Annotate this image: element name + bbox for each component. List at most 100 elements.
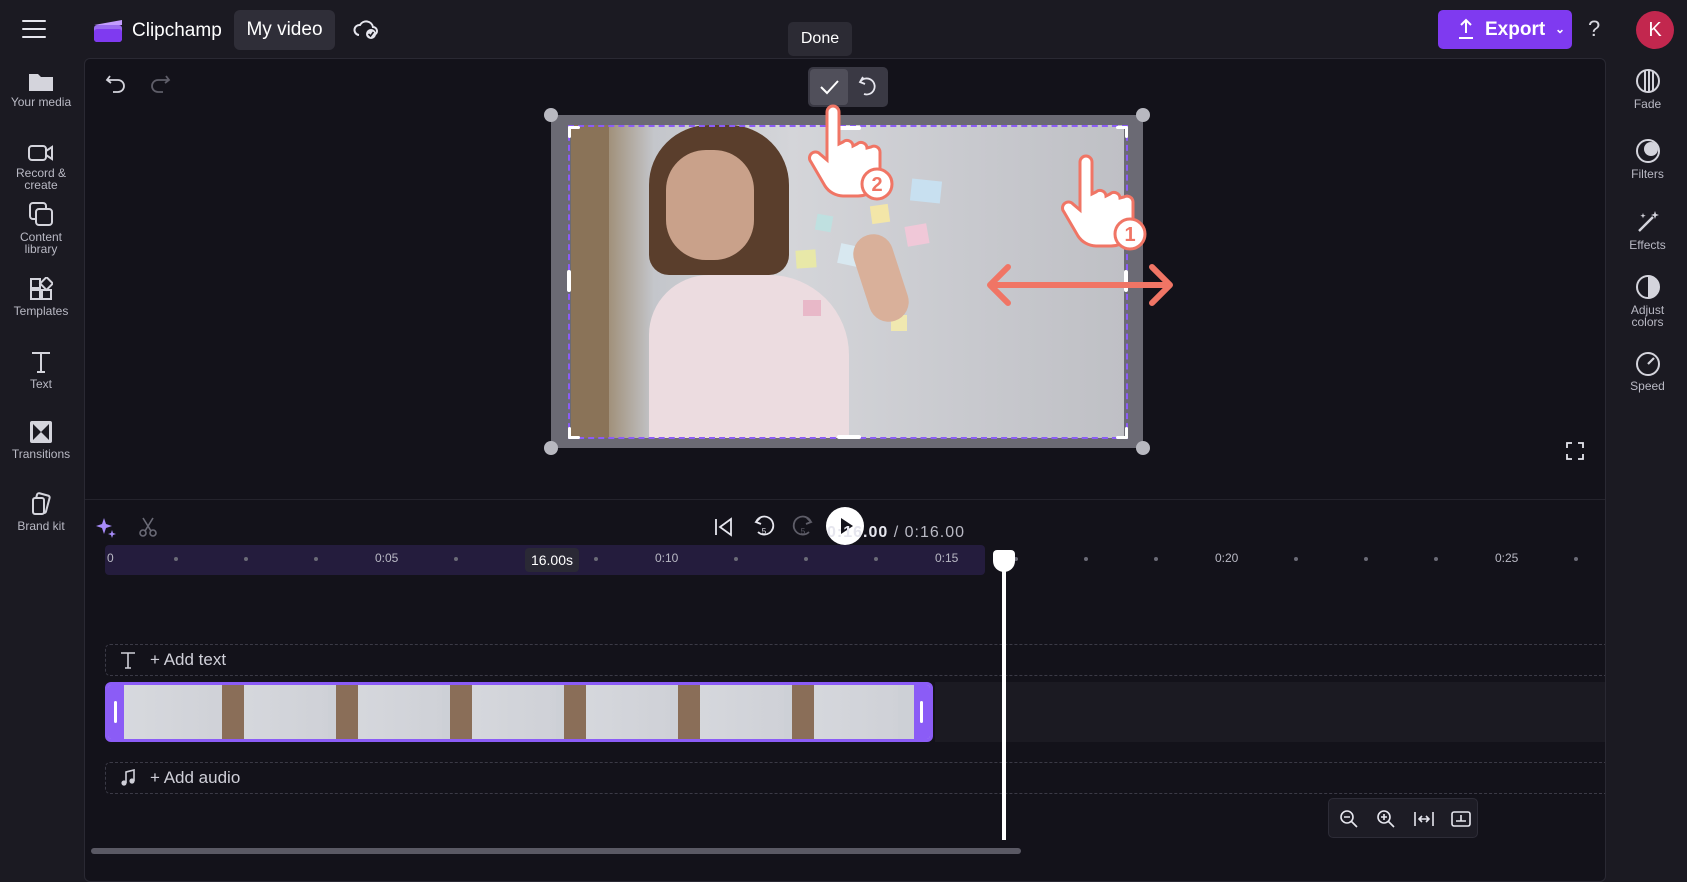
ruler-dot — [594, 557, 598, 561]
ruler-dot — [874, 557, 878, 561]
text-track[interactable]: + Add text — [105, 644, 1605, 676]
ai-sparkle-icon[interactable] — [95, 516, 117, 538]
video-clip[interactable] — [105, 682, 933, 742]
sidebar-item-record-create[interactable]: Record & create — [0, 143, 82, 191]
total-time: 0:16.00 — [904, 524, 965, 541]
text-icon — [32, 352, 50, 373]
crop-handle[interactable] — [1125, 126, 1128, 138]
fade-icon — [1635, 69, 1660, 93]
ruler-dot — [1434, 557, 1438, 561]
clipchamp-logo-icon — [94, 20, 122, 42]
crop-handle[interactable] — [1125, 427, 1128, 439]
clip-thumbnail — [450, 685, 556, 739]
ruler-tick: 0:25 — [1495, 551, 1519, 565]
panel-effects[interactable]: Effects — [1608, 209, 1687, 251]
menu-icon[interactable] — [22, 20, 46, 38]
audio-track[interactable]: + Add audio — [105, 762, 1605, 794]
left-sidebar: Your media Record & create Content libra… — [0, 60, 82, 882]
panel-adjust-colors[interactable]: Adjust colors — [1608, 274, 1687, 328]
video-track-empty — [935, 682, 1605, 742]
clip-thumbnail — [124, 685, 230, 739]
sidebar-item-text[interactable]: Text — [0, 350, 82, 390]
crop-handle[interactable] — [568, 427, 571, 439]
clip-thumbnail — [564, 685, 670, 739]
rewind-5-icon[interactable]: 5 — [751, 514, 777, 540]
video-name-field[interactable]: My video — [234, 10, 335, 50]
crop-handle[interactable] — [837, 435, 861, 439]
current-time: 0:16.00 — [827, 524, 889, 541]
panel-fade[interactable]: Fade — [1608, 68, 1687, 110]
svg-text:5: 5 — [762, 527, 767, 536]
done-button[interactable] — [810, 69, 848, 105]
clip-thumbnail — [222, 685, 328, 739]
export-button[interactable]: Export ⌄ — [1438, 10, 1572, 49]
clip-thumbnail — [678, 685, 784, 739]
hand-cursor-icon: 2 — [808, 104, 894, 201]
sidebar-item-brand-kit[interactable]: Brand kit — [0, 492, 82, 532]
hand-cursor-icon: 1 — [1061, 154, 1147, 251]
step-number: 2 — [871, 174, 882, 196]
forward-5-icon[interactable]: 5 — [790, 514, 816, 540]
zoom-in-icon[interactable] — [1376, 809, 1396, 829]
playhead[interactable] — [1002, 558, 1006, 840]
export-label: Export — [1485, 19, 1546, 40]
folder-icon — [29, 74, 53, 91]
speedometer-icon — [1635, 352, 1660, 376]
ruler-dot — [1574, 557, 1578, 561]
crop-toolbar — [808, 67, 888, 107]
sidebar-item-templates[interactable]: Templates — [0, 277, 82, 317]
resize-handle[interactable] — [544, 108, 558, 122]
crop-handle[interactable] — [567, 270, 571, 292]
editor-area: 1 2 5 5 0:16.00 / 0:16.00 0 0:05 0:10 0:… — [84, 58, 1606, 882]
ruler-tick: 0:10 — [655, 551, 679, 565]
camera-icon — [28, 145, 53, 161]
sidebar-item-your-media[interactable]: Your media — [0, 70, 82, 108]
clip-trim-handle-left[interactable] — [108, 685, 124, 739]
panel-speed[interactable]: Speed — [1608, 350, 1687, 392]
library-icon — [29, 202, 53, 226]
step-number: 1 — [1124, 224, 1135, 246]
timeline-view-icon[interactable] — [1450, 809, 1472, 829]
skip-to-start-icon[interactable] — [712, 516, 736, 538]
zoom-controls — [1328, 798, 1478, 838]
sidebar-item-transitions[interactable]: Transitions — [0, 420, 82, 460]
ruler-dot — [314, 557, 318, 561]
end-marker: 16.00s — [525, 548, 579, 572]
undo-icon[interactable] — [105, 73, 127, 93]
text-icon — [121, 652, 135, 669]
redo-icon[interactable] — [149, 73, 171, 93]
ruler-tick: 0 — [107, 551, 114, 565]
filters-icon — [1635, 139, 1660, 163]
scissors-icon[interactable] — [137, 516, 159, 538]
ruler-dot — [734, 557, 738, 561]
clip-trim-handle-right[interactable] — [914, 685, 930, 739]
resize-handle[interactable] — [1136, 441, 1150, 455]
zoom-out-icon[interactable] — [1339, 809, 1359, 829]
resize-arrow-icon — [987, 264, 1173, 306]
resize-handle[interactable] — [1136, 108, 1150, 122]
ruler-dot — [1084, 557, 1088, 561]
chevron-down-icon: ⌄ — [1555, 22, 1566, 36]
fullscreen-icon[interactable] — [1565, 441, 1585, 461]
help-button[interactable]: ? — [1588, 16, 1600, 42]
fit-to-width-icon[interactable] — [1413, 809, 1435, 829]
reset-crop-icon[interactable] — [852, 71, 884, 103]
ruler-dot — [1154, 557, 1158, 561]
time-readout: 0:16.00 / 0:16.00 — [827, 524, 965, 542]
avatar[interactable]: K — [1636, 11, 1674, 49]
clip-thumbnail — [336, 685, 442, 739]
sidebar-item-content-library[interactable]: Content library — [0, 201, 82, 255]
time-separator: / — [888, 524, 905, 541]
ruler-dot — [1294, 557, 1298, 561]
app-name: Clipchamp — [132, 20, 222, 41]
timeline-scrollbar[interactable] — [91, 848, 1021, 854]
add-audio-label: + Add audio — [150, 768, 241, 787]
panel-filters[interactable]: Filters — [1608, 138, 1687, 180]
resize-handle[interactable] — [544, 441, 558, 455]
cloud-saved-icon[interactable] — [352, 16, 380, 42]
ruler-dot — [804, 557, 808, 561]
ruler-tick: 0:05 — [375, 551, 399, 565]
templates-icon — [30, 277, 53, 300]
crop-handle[interactable] — [568, 126, 571, 138]
ruler-tick: 0:20 — [1215, 551, 1239, 565]
